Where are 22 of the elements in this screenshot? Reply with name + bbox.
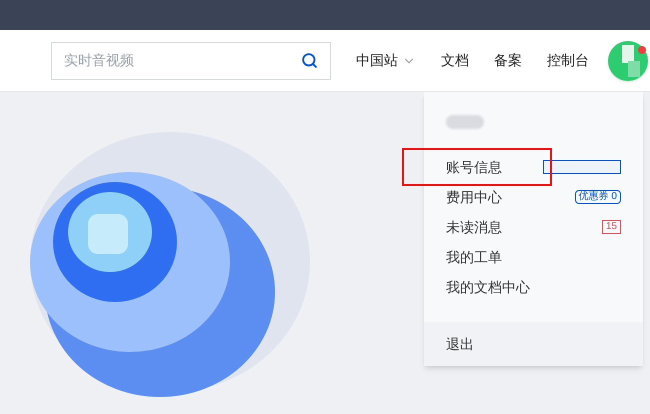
menu-item[interactable]: 费用中心 优惠券 0 (424, 182, 643, 212)
menu-item-label: 未读消息 (446, 218, 502, 236)
menu-item[interactable]: 账号信息 (424, 152, 643, 182)
nav-link[interactable]: 控制台 (547, 50, 589, 71)
logout-button[interactable]: 退出 (446, 334, 474, 354)
menu-item[interactable]: 未读消息 15 (424, 212, 643, 242)
blurred-username (446, 115, 484, 129)
search-icon[interactable] (301, 52, 318, 69)
nav-link[interactable]: 文档 (441, 50, 469, 71)
menu-item[interactable]: 我的工单 (424, 242, 643, 272)
site-selector[interactable]: 中国站 (356, 50, 416, 71)
search-input[interactable]: 实时音视频 (64, 50, 264, 71)
menu-item-label: 费用中心 (446, 188, 502, 206)
menu-item-label: 账号信息 (446, 158, 502, 176)
menu-item-label: 我的文档中心 (446, 278, 530, 296)
menu-item-label: 我的工单 (446, 248, 502, 266)
search-field[interactable]: 实时音视频 (51, 42, 331, 80)
nav-link[interactable]: 备案 (494, 50, 522, 71)
avatar[interactable] (608, 40, 648, 80)
menu-item[interactable]: 我的文档中心 (424, 272, 643, 302)
coupon-badge: 优惠券 0 (574, 190, 621, 204)
message-count-badge: 15 (602, 220, 621, 234)
